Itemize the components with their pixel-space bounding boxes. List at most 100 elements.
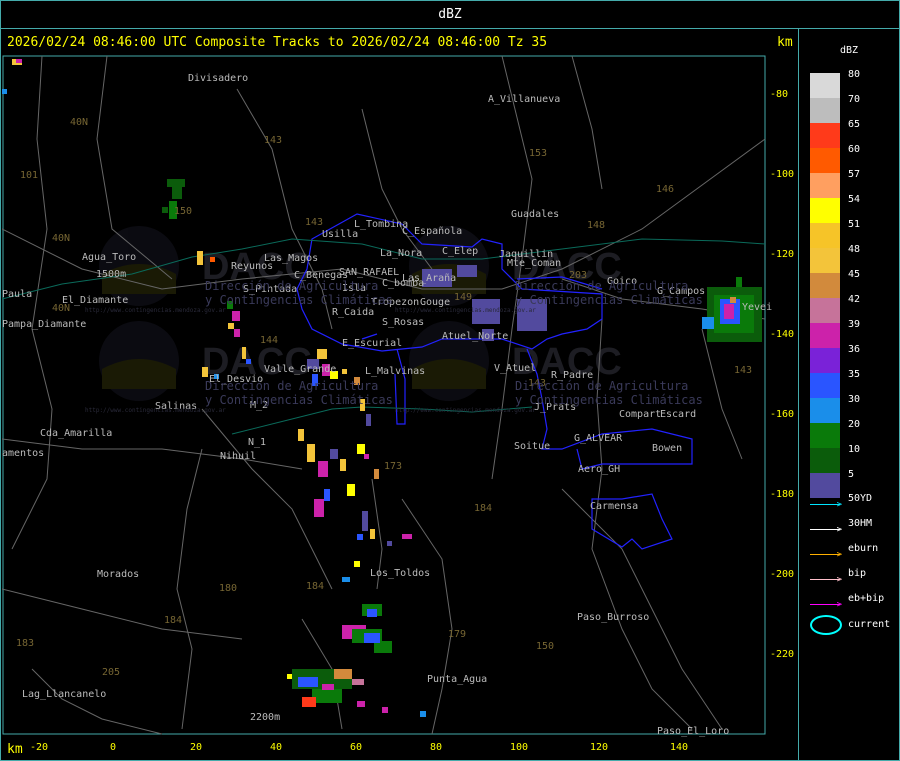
legend-label-57: 57 [848,169,861,180]
legend-label-35: 35 [848,369,861,380]
legend-label-30: 30 [848,394,861,405]
watermark-line2: y Contingencias Climáticas [515,293,703,307]
legend-label-65: 65 [848,119,861,130]
track-legend-30HM: >30HM [810,518,872,535]
dbz-legend: dBZ 80 70 65 60 57 54 51 48 45 42 39 36 35 30 20 10 5 >5… [800,29,900,761]
place-label-c-espa-ola: C_Española [402,226,463,237]
track-legend-50YD: >50YD [810,493,872,510]
place-label-2200m: 2200m [250,712,281,723]
route-number: 179 [448,629,467,640]
route-number: 184 [474,503,493,514]
legend-label-80: 80 [848,69,861,80]
route-number: 173 [384,461,403,472]
legend-label-45: 45 [848,269,861,280]
watermark-line1: Dirección de Agricultura [205,279,379,293]
track-legend-label: eburn [848,543,879,554]
x-tick-label: -20 [30,742,49,753]
legend-swatch-45 [810,273,840,298]
place-label-yevei: Yevei [742,302,773,313]
legend-swatch-65 [810,123,840,148]
route-number: 40N [70,117,89,128]
place-label-cda-amarilla: Cda_Amarilla [40,428,113,439]
route-number: 149 [454,292,473,303]
watermark-line1: Dirección de Agricultura [515,379,689,393]
place-label-las-magos: Las_Magos [264,253,319,264]
km-axis-label-bottom: km [7,742,23,757]
x-tick-label: 100 [510,742,529,753]
place-label-1500m: 1500m [96,269,127,280]
place-label-la-nora: La_Nora [380,248,423,259]
watermark-url: http://www.contingencias.mendoza.gov.ar [395,307,536,314]
track-arrow-icon: > [810,600,842,610]
track-arrow-icon: > [810,500,842,510]
legend-label-48: 48 [848,244,861,255]
route-number: 143 [305,217,324,228]
route-number: 153 [529,148,548,159]
track-legend-label: 50YD [848,493,873,504]
x-tick-label: 120 [590,742,609,753]
place-label-l-malvinas: L_Malvinas [365,366,426,377]
route-number: 144 [260,335,279,346]
route-number: 143 [734,365,753,376]
legend-swatch-54 [810,198,840,223]
track-arrow-icon: > [810,550,842,560]
watermark-line1: Dirección de Agricultura [515,279,689,293]
legend-swatch-80 [810,73,840,98]
place-label-s-rosas: S_Rosas [382,317,425,328]
x-tick-label: 80 [430,742,443,753]
place-label-amentos: amentos [2,448,45,459]
watermark-url: http://www.contingencias.mendoza.gov.ar [85,407,226,414]
track-legend-eburn: > eburn [810,543,878,560]
legend-label-5: 5 [848,469,855,480]
legend-swatch-5 [810,473,840,498]
watermark-url: http://www.contingencias.mendoza.gov.ar [85,307,226,314]
watermark-line2: y Contingencias Climáticas [515,393,703,407]
y-tick-label: -160 [770,409,795,420]
composite-tracks-header: 2026/02/24 08:46:00 UTC Composite Tracks… [7,35,548,50]
place-label-lag-llancanelo: Lag_Llancanelo [22,689,107,700]
km-axis-label-top: km [777,35,793,50]
legend-swatch-30 [810,398,840,423]
track-legend-label: 30HM [848,518,873,529]
place-label-e-escurial: E_Escurial [342,338,403,349]
x-tick-label: 140 [670,742,689,753]
route-number: 180 [219,583,238,594]
place-label-las-ara-a: Las_Araña [402,273,457,284]
route-number: 184 [164,615,183,626]
place-label-aero-gh: Aero_GH [578,464,621,475]
radar-map[interactable]: DACC DACC DACC DACC 2026/02/24 08:46:00 … [2,29,799,761]
x-tick-label: 0 [110,742,117,753]
legend-swatch-60 [810,148,840,173]
track-arrow-icon: > [810,575,842,585]
place-label-punta-agua: Punta_Agua [427,674,488,685]
legend-swatch-36 [810,348,840,373]
y-tick-label: -140 [770,329,795,340]
route-number: 101 [20,170,39,181]
x-tick-label: 20 [190,742,203,753]
watermark-line2: y Contingencias Climáticas [205,393,393,407]
place-label-valle-grande: Valle_Grande [264,364,337,375]
place-label-guadales: Guadales [511,209,560,220]
watermark-line2: y Contingencias Climáticas [205,293,393,307]
legend-swatch-57 [810,173,840,198]
route-number: 150 [174,206,193,217]
route-number: 143 [264,135,283,146]
legend-label-39: 39 [848,319,861,330]
place-label-agua-toro: Agua_Toro [82,252,137,263]
route-number: 40N [52,303,71,314]
place-label-carmensa: Carmensa [590,501,639,512]
legend-label-60: 60 [848,144,861,155]
legend-swatch-20 [810,423,840,448]
radar-window: dBZ DACC DACC DACC DACC 2026/02/24 08:46… [0,0,900,761]
legend-unit: dBZ [840,45,859,56]
place-label-paula: Paula [2,289,33,300]
place-label-paso-burroso: Paso_Burroso [577,612,650,623]
window-title: dBZ [1,1,899,29]
route-number: 205 [102,667,121,678]
place-label-r-caida: R_Caida [332,307,375,318]
x-tick-label: 60 [350,742,363,753]
route-number: 184 [306,581,325,592]
place-label-a-villanueva: A_Villanueva [488,94,561,105]
y-tick-label: -200 [770,569,795,580]
place-label-divisadero: Divisadero [188,73,249,84]
